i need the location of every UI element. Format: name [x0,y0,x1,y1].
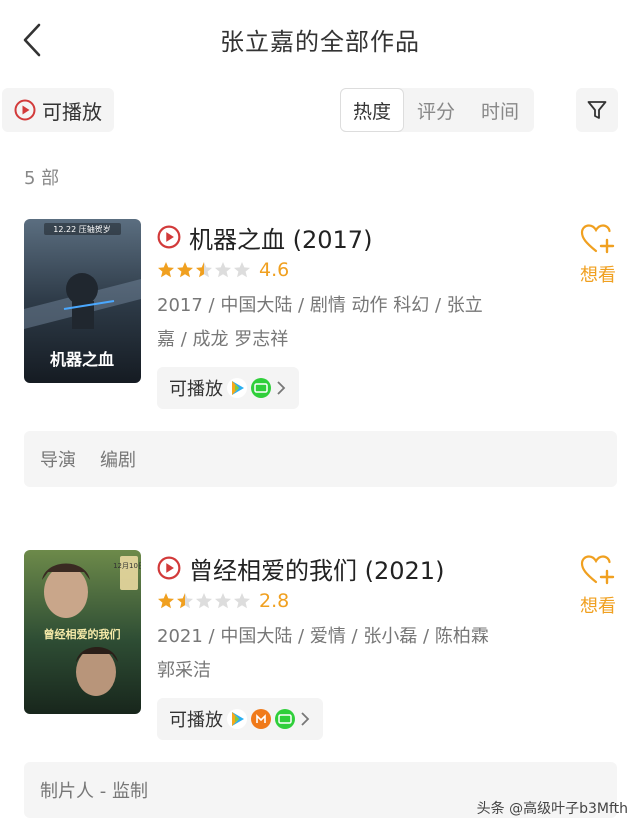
playable-filter-label: 可播放 [42,99,102,124]
iqiyi-icon [251,378,271,398]
poster-top-text: 12.22 压轴贺岁 [53,224,110,234]
tencent-video-icon [227,709,247,729]
star-icon [196,262,212,278]
want-to-watch-button[interactable]: 想看 [576,554,620,618]
iqiyi-icon [275,709,295,729]
play-circle-icon [157,556,181,580]
star-icon [196,593,212,609]
playable-filter-button[interactable]: 可播放 [2,88,114,132]
play-sources-button[interactable]: 可播放 [157,367,299,409]
tab-hotness[interactable]: 热度 [340,88,404,132]
page-title: 张立嘉的全部作品 [220,28,420,56]
star-icon [234,593,250,609]
star-icon [177,262,193,278]
works-count: 5 部 [24,168,60,189]
poster-title-text: 机器之血 [50,350,114,369]
star-icon [158,593,174,609]
funnel-icon [587,101,607,119]
role-tag: 制片人 - 监制 [40,781,148,802]
play-sources-button[interactable]: 可播放 [157,698,323,740]
work-title[interactable]: 机器之血 (2017) [189,220,372,255]
want-to-watch-label: 想看 [580,265,616,286]
rating: 2.8 [157,588,567,614]
play-sources-label: 可播放 [169,379,223,400]
chevron-right-icon [277,381,286,395]
star-rating [157,592,251,610]
work-meta: 2017 / 中国大陆 / 剧情 动作 科幻 / 张立嘉 / 成龙 罗志祥 [157,295,483,350]
rating-score: 2.8 [259,590,290,612]
tab-rating[interactable]: 评分 [404,88,468,132]
play-circle-icon [14,99,36,121]
chevron-right-icon [301,712,310,726]
heart-plus-icon [580,555,615,585]
play-sources-label: 可播放 [169,710,223,731]
rating: 4.6 [157,257,567,283]
work-title[interactable]: 曾经相爱的我们 (2021) [189,551,444,586]
poster-image[interactable]: 12.22 压轴贺岁 机器之血 [24,219,141,383]
star-rating [157,261,251,279]
want-to-watch-button[interactable]: 想看 [576,223,620,287]
star-icon [215,593,231,609]
play-circle-icon [157,225,181,249]
toolbar: 可播放 热度 评分 时间 [0,88,640,134]
star-icon [215,262,231,278]
poster-image[interactable]: 12月10日 曾经相爱的我们 [24,550,141,714]
work-info: 曾经相爱的我们 (2021) 2.8 2021 / 中国大陆 / 爱情 / 张小… [157,550,567,740]
role-tag: 导演 [40,450,76,471]
header: 张立嘉的全部作品 [0,0,640,80]
sort-tabs: 热度 评分 时间 [340,88,534,132]
rating-score: 4.6 [259,259,290,281]
poster-title-text: 曾经相爱的我们 [44,627,121,641]
work-info: 机器之血 (2017) 4.6 2017 / 中国大陆 / 剧情 动作 科幻 /… [157,219,567,409]
star-icon [234,262,250,278]
work-meta: 2021 / 中国大陆 / 爱情 / 张小磊 / 陈柏霖 郭采洁 [157,626,489,681]
want-to-watch-label: 想看 [580,596,616,617]
heart-plus-icon [580,224,615,254]
role-tag: 编剧 [100,450,136,471]
tab-time[interactable]: 时间 [468,88,532,132]
mango-tv-icon [251,709,271,729]
star-icon [158,262,174,278]
filter-button[interactable] [576,88,618,132]
watermark: 头条 @高级叶子b3Mfth [476,801,628,817]
tencent-video-icon [227,378,247,398]
star-icon [177,593,193,609]
poster-top-text: 12月10日 [113,562,141,570]
roles-box: 导演 编剧 [24,431,617,487]
